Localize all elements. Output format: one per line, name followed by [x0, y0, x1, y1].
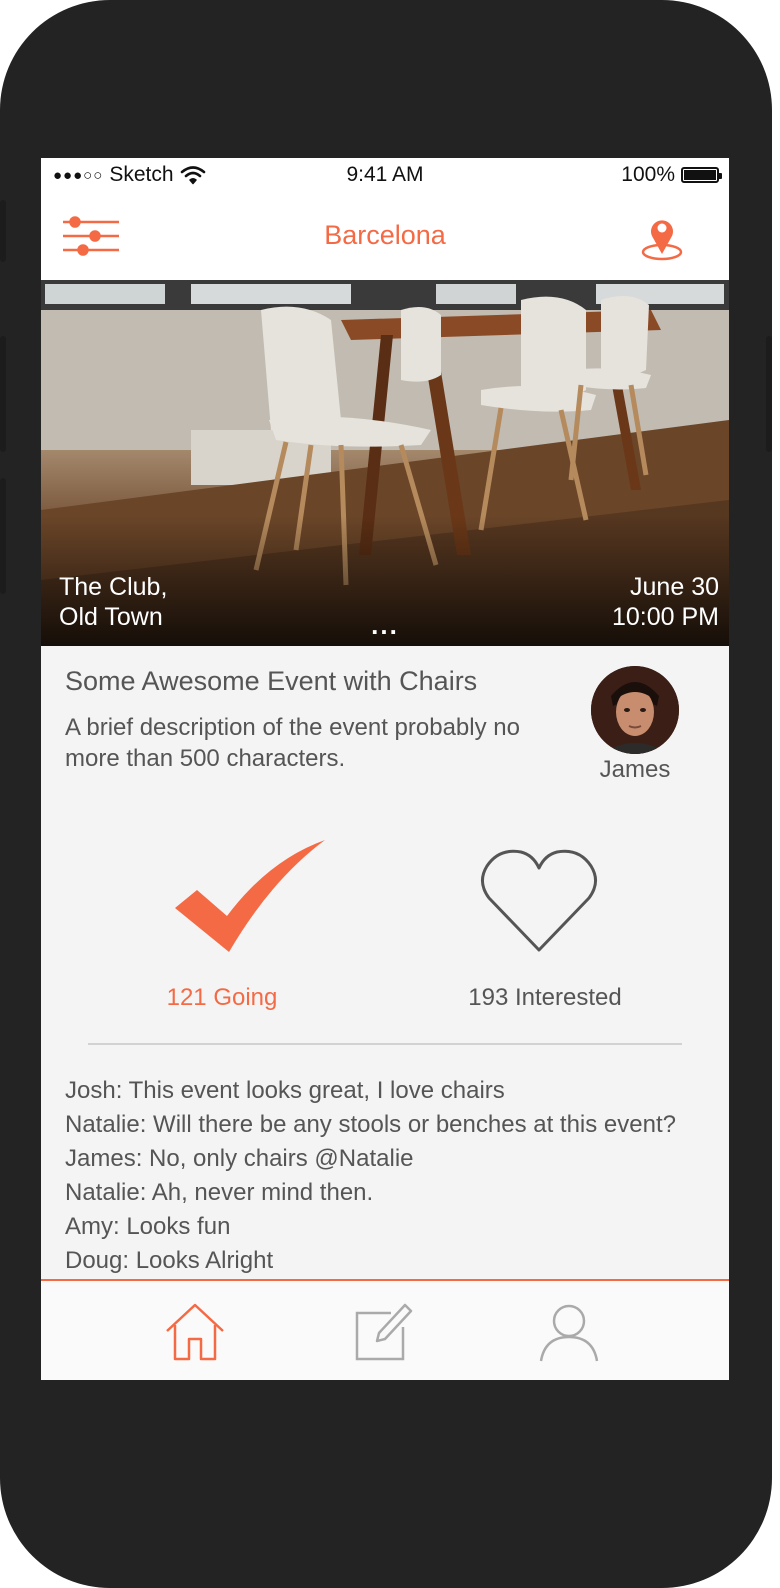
interested-count[interactable]: 193 Interested [441, 984, 649, 1012]
event-date: June 30 [630, 573, 719, 601]
event-photo[interactable]: The Club, Old Town ... June 30 10:00 PM [41, 280, 729, 646]
comment: Amy: Looks fun [65, 1213, 231, 1240]
event-datetime: June 30 10:00 PM [612, 572, 719, 632]
tab-profile[interactable] [537, 1301, 601, 1365]
checkmark-icon [175, 840, 325, 952]
section-divider [88, 1043, 682, 1045]
interested-button[interactable] [479, 846, 599, 956]
comments-scroll-area[interactable]: Josh: This event looks great, I love cha… [41, 1068, 729, 1278]
location-button[interactable] [639, 212, 685, 262]
comment: James: No, only chairs @Natalie [65, 1145, 414, 1172]
event-description: A brief description of the event probabl… [65, 714, 520, 772]
heart-icon [481, 849, 597, 952]
tab-compose[interactable] [351, 1301, 415, 1365]
venue-line-1: The Club, [59, 573, 168, 601]
going-button[interactable] [171, 838, 331, 958]
event-title: Some Awesome Event with Chairs [65, 666, 478, 696]
comment: Natalie: Will there be any stools or ben… [65, 1111, 676, 1138]
volume-down-button [0, 478, 6, 594]
tab-bar [41, 1279, 729, 1380]
battery-fill [684, 170, 716, 180]
status-right: 100% [621, 163, 722, 187]
navigation-bar: Barcelona [41, 192, 729, 280]
battery-icon [681, 167, 722, 183]
mute-switch [0, 200, 6, 262]
comment: Josh: This event looks great, I love cha… [65, 1077, 505, 1104]
volume-up-button [0, 336, 6, 452]
tab-home[interactable] [163, 1301, 227, 1365]
going-count[interactable]: 121 Going [131, 984, 313, 1012]
profile-icon [539, 1304, 599, 1362]
compose-icon [355, 1303, 413, 1361]
comment: Doug: Looks Alright [65, 1247, 274, 1274]
host-avatar-image [591, 666, 679, 754]
host-name: James [599, 756, 671, 783]
event-time: 10:00 PM [611, 603, 719, 631]
app-screen: ●●●○○ Sketch 9:41 AM 100% Barcelona The … [41, 158, 729, 1380]
nav-title: Barcelona [324, 220, 446, 250]
comment: Natalie: Ah, never mind then. [65, 1179, 374, 1206]
host-avatar[interactable] [591, 666, 679, 754]
comments-list: Josh: This event looks great, I love cha… [65, 1078, 685, 1278]
home-icon [166, 1303, 224, 1361]
battery-percentage: 100% [621, 163, 675, 186]
status-bar: ●●●○○ Sketch 9:41 AM 100% [41, 158, 729, 192]
power-button [766, 336, 772, 452]
location-pin-icon [641, 220, 683, 261]
